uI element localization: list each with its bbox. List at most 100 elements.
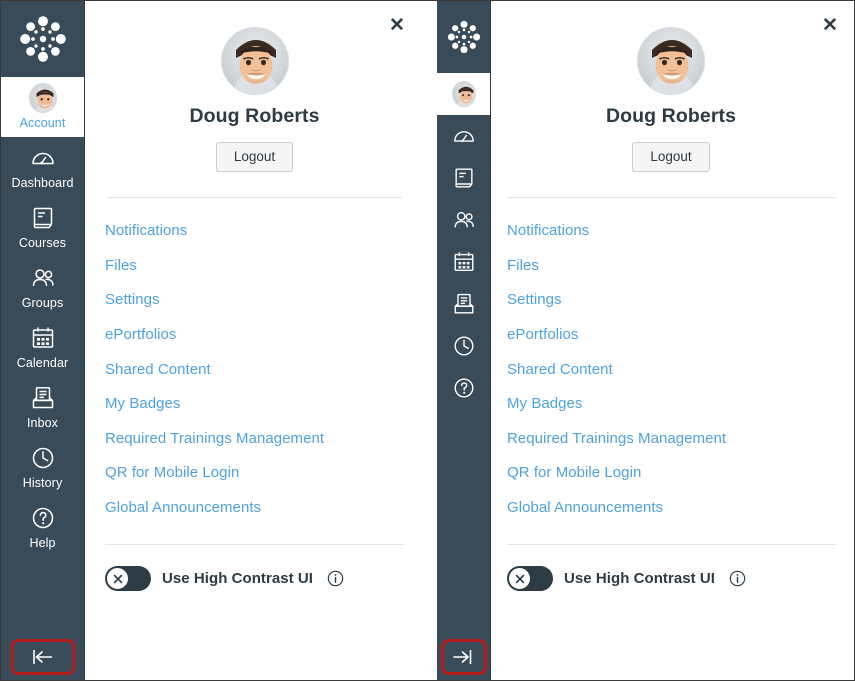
sidebar-item-account[interactable]: Account (1, 77, 84, 137)
page-title: Doug Roberts (605, 105, 737, 127)
close-icon (113, 574, 122, 584)
sidebar-item-inbox[interactable] (437, 283, 490, 325)
high-contrast-label: Use High Contrast UI (162, 570, 314, 588)
sidebar-item-inbox[interactable]: Inbox (1, 377, 84, 437)
calendar-icon (29, 324, 57, 352)
user-avatar-icon (28, 83, 57, 113)
info-circle-icon[interactable] (729, 570, 746, 587)
list-item: Files (105, 249, 404, 284)
tray-link-shared-content[interactable]: Shared Content (507, 352, 835, 387)
list-item: Global Announcements (507, 491, 835, 526)
tray-link-qr-for-mobile-login[interactable]: QR for Mobile Login (507, 456, 835, 491)
tray-link-global-announcements[interactable]: Global Announcements (507, 491, 835, 526)
global-navigation-expanded: Account Dashboard Courses Groups Calenda… (1, 1, 85, 680)
tray-link-settings[interactable]: Settings (507, 283, 835, 318)
clock-icon (452, 334, 476, 358)
tray-link-global-announcements[interactable]: Global Announcements (105, 491, 404, 526)
sidebar-item-groups[interactable]: Groups (1, 257, 84, 317)
sidebar-item-groups[interactable] (437, 199, 490, 241)
sidebar-item-dashboard[interactable] (437, 115, 490, 157)
logout-button[interactable]: Logout (632, 142, 710, 172)
sidebar-item-calendar[interactable]: Calendar (1, 317, 84, 377)
expand-navigation-button[interactable] (440, 639, 487, 675)
list-item: Shared Content (105, 352, 404, 387)
sidebar-item-label: Help (29, 536, 56, 550)
info-circle-icon[interactable] (327, 570, 344, 587)
tray-links-list: Notifications Files Settings ePortfolios… (507, 198, 835, 525)
sidebar-item-label: Courses (18, 236, 67, 250)
tray-link-notifications[interactable]: Notifications (105, 214, 404, 249)
high-contrast-toggle[interactable] (507, 566, 553, 592)
high-contrast-label: Use High Contrast UI (564, 570, 716, 588)
sidebar-item-account[interactable] (437, 73, 490, 115)
list-item: Settings (105, 283, 404, 318)
account-tray-collapsed: ✕ Doug Roberts Logout Notifications File… (491, 1, 854, 680)
high-contrast-toggle[interactable] (105, 566, 151, 592)
sidebar-item-label: Groups (21, 296, 64, 310)
book-icon (29, 204, 57, 232)
sidebar-item-history[interactable]: History (1, 437, 84, 497)
calendar-icon (452, 250, 476, 274)
toggle-knob (508, 567, 531, 591)
list-item: Files (507, 249, 835, 284)
canvas-logo[interactable] (1, 1, 84, 77)
tray-link-required-trainings-management[interactable]: Required Trainings Management (105, 422, 404, 457)
canvas-logo-icon (19, 16, 66, 62)
tray-link-notifications[interactable]: Notifications (507, 214, 835, 249)
logout-button[interactable]: Logout (215, 142, 294, 172)
list-item: My Badges (105, 387, 404, 422)
tray-link-files[interactable]: Files (105, 249, 404, 284)
sidebar-item-label: History (22, 476, 63, 490)
tray-link-my-badges[interactable]: My Badges (105, 387, 404, 422)
tray-link-my-badges[interactable]: My Badges (507, 387, 835, 422)
list-item: My Badges (507, 387, 835, 422)
list-item: QR for Mobile Login (105, 456, 404, 491)
sidebar-item-help[interactable]: Help (1, 497, 84, 557)
list-item: Required Trainings Management (105, 422, 404, 457)
speedometer-icon (452, 124, 476, 148)
close-icon (515, 574, 524, 584)
speedometer-icon (29, 144, 57, 172)
avatar[interactable] (220, 27, 289, 95)
sidebar-item-calendar[interactable] (437, 241, 490, 283)
tray-link-settings[interactable]: Settings (105, 283, 404, 318)
sidebar-item-dashboard[interactable]: Dashboard (1, 137, 84, 197)
nav-expand-toggle-wrap (440, 639, 487, 675)
sidebar-item-courses[interactable] (437, 157, 490, 199)
panel-collapsed-nav: ✕ Doug Roberts Logout Notifications File… (437, 1, 854, 680)
tray-link-shared-content[interactable]: Shared Content (105, 352, 404, 387)
close-icon[interactable]: ✕ (386, 15, 408, 37)
sidebar-item-help[interactable] (437, 367, 490, 409)
inbox-tray-icon (29, 384, 57, 412)
question-circle-icon (452, 376, 476, 400)
canvas-logo[interactable] (437, 1, 490, 73)
arrow-right-to-bar-icon (452, 650, 471, 664)
people-icon (452, 208, 476, 232)
screenshot-root: Account Dashboard Courses Groups Calenda… (0, 0, 855, 681)
sidebar-item-label: Calendar (16, 356, 69, 370)
list-item: Shared Content (507, 352, 835, 387)
sidebar-item-history[interactable] (437, 325, 490, 367)
panel-expanded-nav: Account Dashboard Courses Groups Calenda… (1, 1, 428, 680)
tray-link-required-trainings-management[interactable]: Required Trainings Management (507, 422, 835, 457)
tray-link-eportfolios[interactable]: ePortfolios (105, 318, 404, 353)
sidebar-item-courses[interactable]: Courses (1, 197, 84, 257)
global-navigation-collapsed (437, 1, 491, 680)
tray-link-files[interactable]: Files (507, 249, 835, 284)
list-item: Notifications (507, 214, 835, 249)
tray-link-eportfolios[interactable]: ePortfolios (507, 318, 835, 353)
list-item: Required Trainings Management (507, 422, 835, 457)
close-icon[interactable]: ✕ (819, 15, 841, 37)
tray-links-list: Notifications Files Settings ePortfolios… (105, 198, 404, 525)
toggle-knob (106, 567, 129, 591)
tray-profile: Doug Roberts Logout (507, 1, 835, 172)
sidebar-item-label: Account (19, 116, 66, 130)
book-icon (452, 166, 476, 190)
collapse-navigation-button[interactable] (10, 639, 75, 675)
sidebar-item-label: Inbox (26, 416, 59, 430)
arrow-left-to-bar-icon (33, 650, 53, 664)
avatar[interactable] (637, 27, 705, 95)
list-item: Settings (507, 283, 835, 318)
user-avatar-icon (451, 81, 476, 107)
tray-link-qr-for-mobile-login[interactable]: QR for Mobile Login (105, 456, 404, 491)
